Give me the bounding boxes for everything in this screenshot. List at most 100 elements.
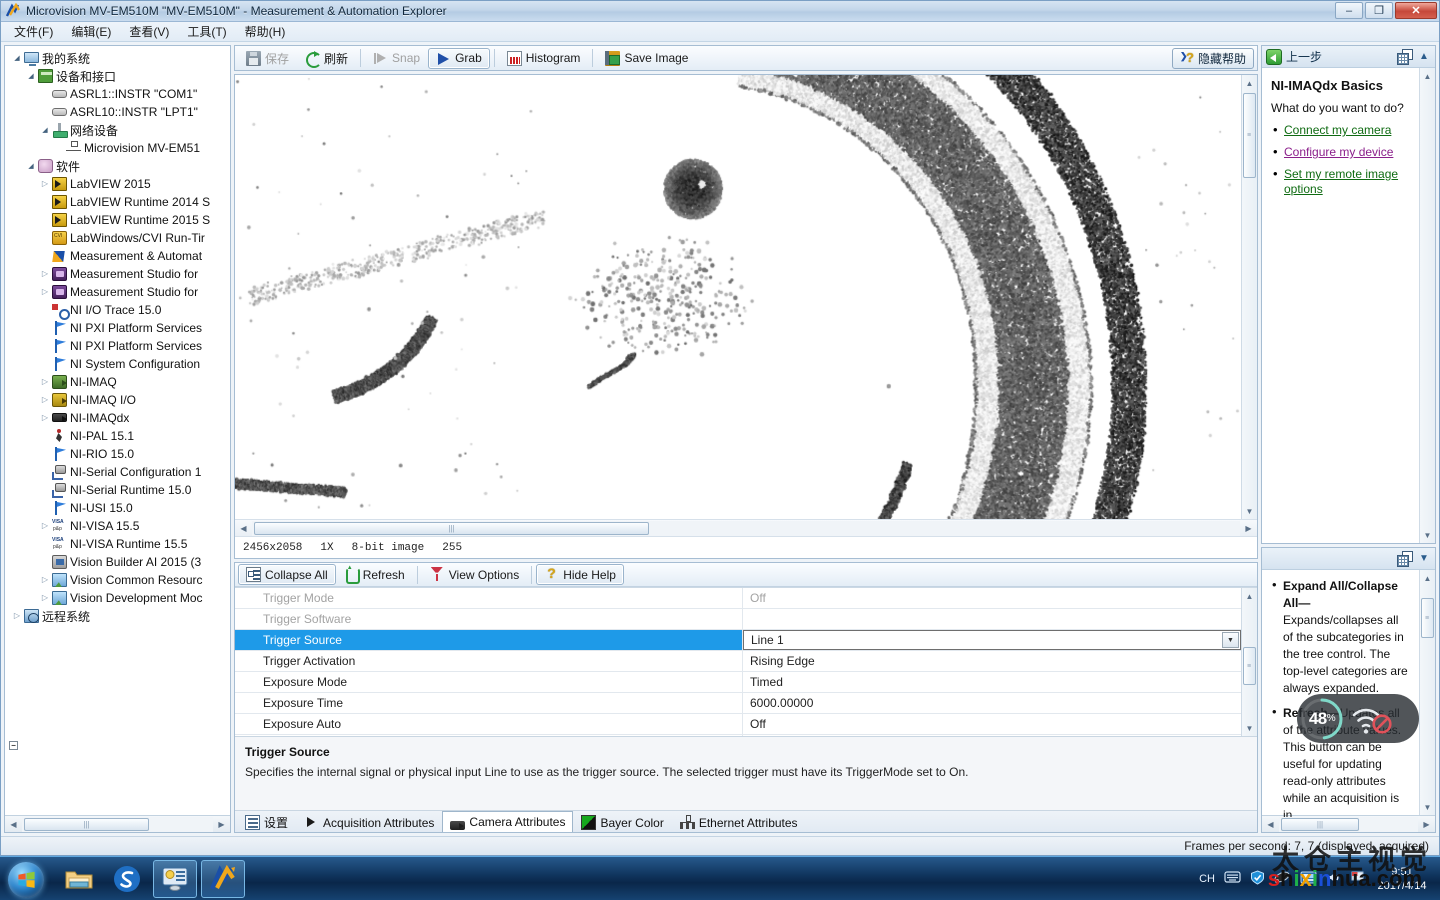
help-scroll-down-icon[interactable]: ▼ — [1420, 527, 1436, 543]
tree-item[interactable]: 我的系统 — [5, 49, 230, 67]
attribute-value[interactable]: 6000.00000 — [743, 693, 1241, 713]
attributes-vscroll-thumb[interactable]: ≡ — [1243, 647, 1256, 685]
tree-item[interactable]: LabVIEW 2015 — [5, 175, 230, 193]
ime-indicator[interactable]: CH — [1199, 873, 1215, 885]
network-icon[interactable] — [1300, 870, 1317, 888]
tree-item[interactable]: NI-IMAQdx — [5, 409, 230, 427]
back-icon[interactable] — [1266, 49, 1282, 65]
image-horizontal-scrollbar[interactable]: ◀ ||| ▶ — [235, 519, 1257, 536]
minimize-button[interactable]: – — [1335, 2, 1363, 19]
tree-twisty-icon[interactable] — [11, 49, 23, 68]
tree-item[interactable]: 设备和接口 — [5, 67, 230, 85]
menu-file[interactable]: 文件(F) — [5, 21, 62, 42]
tree-item[interactable]: NI System Configuration — [5, 355, 230, 373]
configuration-tree[interactable]: 我的系统设备和接口ASRL1::INSTR "COM1"ASRL10::INST… — [5, 46, 230, 815]
security-shield-icon[interactable] — [1250, 870, 1265, 888]
scroll-up-icon[interactable]: ▲ — [1242, 75, 1258, 91]
tree-item[interactable]: LabVIEW Runtime 2014 S — [5, 193, 230, 211]
image-scroll-right-icon[interactable]: ▶ — [1240, 521, 1257, 536]
menu-help[interactable]: 帮助(H) — [236, 21, 295, 42]
scroll-left-icon[interactable]: ◀ — [5, 817, 22, 832]
tree-item[interactable]: NI-RIO 15.0 — [5, 445, 230, 463]
refresh-button[interactable]: 刷新 — [297, 48, 356, 69]
hide-help-toolbar-button[interactable]: 隐藏帮助 — [1172, 48, 1254, 69]
chevron-up-icon[interactable]: ▲ — [1417, 51, 1431, 62]
tree-twisty-icon[interactable] — [39, 409, 51, 427]
tree-item[interactable]: 网络设备 — [5, 121, 230, 139]
tree-twisty-icon[interactable] — [39, 571, 51, 589]
tree-item[interactable]: NI-VISA Runtime 15.5 — [5, 535, 230, 553]
help-vscroll-track[interactable] — [1420, 84, 1436, 527]
taskbar-clock[interactable]: 9:51 2017/4/14 — [1374, 865, 1434, 893]
tree-twisty-icon[interactable] — [25, 157, 37, 176]
chevron-down-icon[interactable]: ▼ — [1417, 553, 1431, 564]
tree-item[interactable]: Measurement & Automat — [5, 247, 230, 265]
tree-item[interactable]: Measurement Studio for — [5, 283, 230, 301]
help-horizontal-scrollbar[interactable]: ◀ ||| ▶ — [1262, 815, 1435, 832]
tree-hscroll-track[interactable]: ||| — [22, 817, 213, 832]
collapse-all-button[interactable]: Collapse All — [238, 564, 336, 585]
help-window-icon[interactable] — [1397, 49, 1413, 64]
attribute-row[interactable]: Trigger Software — [235, 609, 1241, 630]
tree-hscroll-thumb[interactable]: ||| — [24, 818, 149, 831]
attributes-scroll-down-icon[interactable]: ▼ — [1242, 720, 1258, 736]
tree-item[interactable]: LabVIEW Runtime 2015 S — [5, 211, 230, 229]
help-back-label[interactable]: 上一步 — [1286, 48, 1322, 65]
scroll-down-icon[interactable]: ▼ — [1242, 503, 1258, 519]
attributes-rows[interactable]: Trigger ModeOffTrigger SoftwareTrigger S… — [235, 588, 1241, 736]
tree-item[interactable]: 远程系统 — [5, 607, 230, 625]
attribute-value[interactable] — [743, 735, 1241, 736]
start-button[interactable] — [1, 859, 53, 899]
tree-twisty-icon[interactable] — [39, 265, 51, 283]
tree-twisty-icon[interactable] — [39, 373, 51, 391]
tree-horizontal-scrollbar[interactable]: ◀ ||| ▶ — [5, 815, 230, 832]
taskbar-control-panel[interactable] — [153, 860, 197, 898]
image-hscroll-thumb[interactable]: ||| — [254, 522, 649, 535]
tree-item[interactable]: Measurement Studio for — [5, 265, 230, 283]
tree-twisty-icon[interactable] — [25, 67, 37, 86]
histogram-button[interactable]: Histogram — [499, 48, 589, 69]
tree-item[interactable]: NI-Serial Runtime 15.0 — [5, 481, 230, 499]
tree-item[interactable]: NI-Serial Configuration 1 — [5, 463, 230, 481]
help-bottom-scroll-up-icon[interactable]: ▲ — [1420, 570, 1436, 586]
close-button[interactable]: ✕ — [1395, 2, 1437, 19]
tree-item[interactable]: ASRL1::INSTR "COM1" — [5, 85, 230, 103]
help-bottom-vscroll-track[interactable]: ≡ — [1420, 586, 1436, 799]
attributes-vscroll-track[interactable]: ≡ — [1242, 604, 1258, 720]
help-hscroll-track[interactable]: ||| — [1279, 817, 1418, 832]
help-bottom-vscroll-thumb[interactable]: ≡ — [1421, 598, 1434, 638]
tree-twisty-icon[interactable] — [11, 607, 23, 625]
attribute-row[interactable]: Trigger ModeOff — [235, 588, 1241, 609]
taskbar-max[interactable] — [201, 860, 245, 898]
tree-item[interactable]: NI-PAL 15.1 — [5, 427, 230, 445]
value-dropdown-icon[interactable]: ▼ — [1222, 632, 1239, 648]
tree-item[interactable]: 软件 — [5, 157, 230, 175]
maximize-button[interactable]: ❐ — [1365, 2, 1393, 19]
help-link[interactable]: Configure my device — [1284, 145, 1393, 159]
tree-item[interactable]: NI-VISA 15.5 — [5, 517, 230, 535]
help-bottom-scroll-down-icon[interactable]: ▼ — [1420, 799, 1436, 815]
attributes-grid[interactable]: Trigger ModeOffTrigger SoftwareTrigger S… — [235, 587, 1257, 736]
tree-item[interactable]: LabWindows/CVI Run-Tir — [5, 229, 230, 247]
help-vertical-scrollbar[interactable]: ▲ ▼ — [1419, 68, 1435, 543]
flag-action-center-icon[interactable] — [1350, 870, 1365, 888]
menu-edit[interactable]: 编辑(E) — [62, 21, 120, 42]
tree-item[interactable]: NI-USI 15.0 — [5, 499, 230, 517]
tree-item[interactable]: NI I/O Trace 15.0 — [5, 301, 230, 319]
image-vscroll-track[interactable]: ≡ — [1242, 91, 1258, 503]
attribute-value[interactable]: Off — [743, 714, 1241, 734]
image-vertical-scrollbar[interactable]: ▲ ≡ ▼ — [1241, 75, 1257, 519]
image-canvas-area[interactable] — [235, 75, 1241, 519]
image-scroll-left-icon[interactable]: ◀ — [235, 521, 252, 536]
tab-0[interactable]: 设置 — [237, 812, 296, 832]
taskbar-explorer[interactable] — [57, 860, 101, 898]
satellite-icon[interactable] — [1274, 870, 1291, 888]
tree-item[interactable]: NI PXI Platform Services — [5, 337, 230, 355]
tab-4[interactable]: Ethernet Attributes — [672, 812, 806, 832]
menu-tools[interactable]: 工具(T) — [178, 21, 235, 42]
help-bottom-window-icon[interactable] — [1397, 551, 1413, 566]
tab-1[interactable]: Acquisition Attributes — [296, 812, 442, 832]
help-link[interactable]: Set my remote image options — [1284, 167, 1398, 196]
attribute-value[interactable] — [743, 609, 1241, 629]
tree-item[interactable]: Vision Development Moc — [5, 589, 230, 607]
